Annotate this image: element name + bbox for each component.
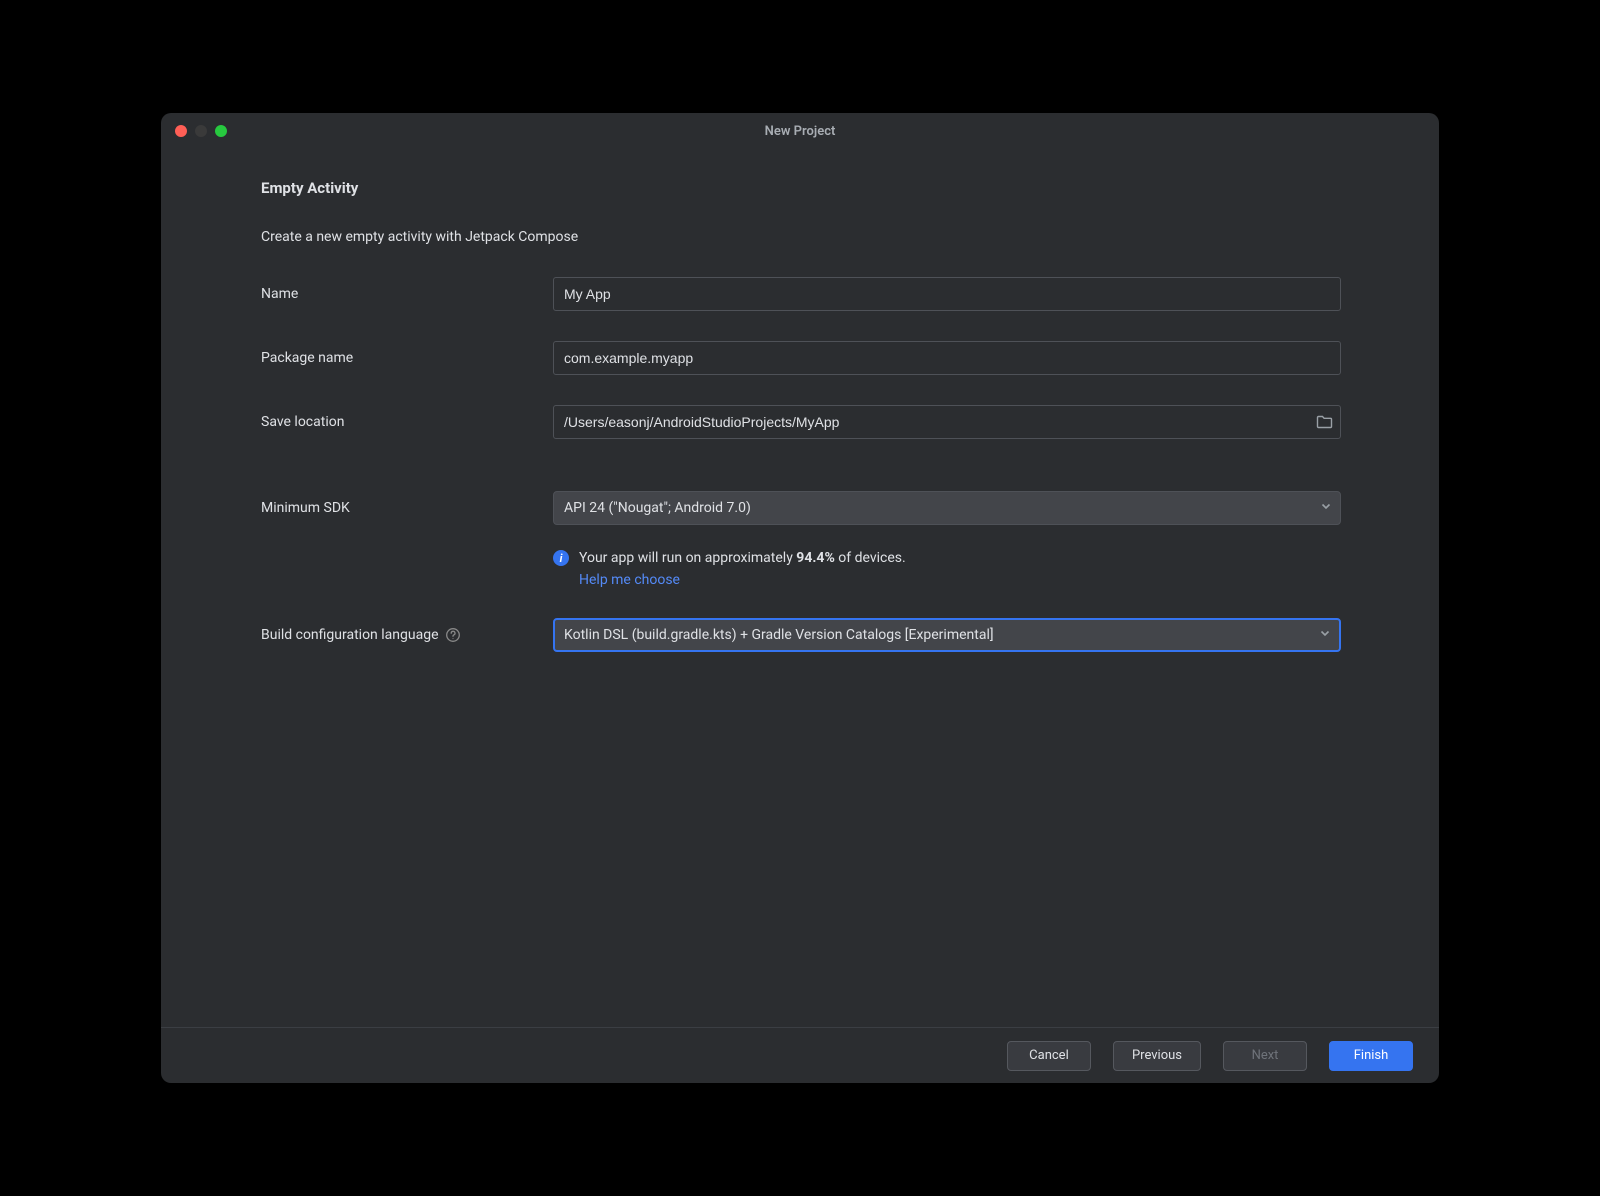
window-controls bbox=[175, 125, 227, 137]
dialog-footer: Cancel Previous Next Finish bbox=[161, 1027, 1439, 1083]
min-sdk-select[interactable]: API 24 ("Nougat"; Android 7.0) bbox=[553, 491, 1341, 525]
row-package-name: Package name bbox=[261, 341, 1341, 375]
window-title: New Project bbox=[765, 124, 836, 139]
dialog-content: Empty Activity Create a new empty activi… bbox=[161, 149, 1439, 1027]
sdk-hint-prefix: Your app will run on approximately bbox=[579, 550, 796, 566]
row-save-location: Save location bbox=[261, 405, 1341, 439]
build-lang-value: Kotlin DSL (build.gradle.kts) + Gradle V… bbox=[564, 627, 994, 643]
row-build-lang: Build configuration language Kotlin DSL … bbox=[261, 618, 1341, 652]
new-project-dialog: New Project Empty Activity Create a new … bbox=[161, 113, 1439, 1083]
label-name: Name bbox=[261, 286, 553, 302]
next-button: Next bbox=[1223, 1041, 1307, 1071]
help-icon[interactable] bbox=[445, 627, 461, 643]
row-min-sdk: Minimum SDK API 24 ("Nougat"; Android 7.… bbox=[261, 491, 1341, 525]
sdk-hint-suffix: of devices. bbox=[835, 550, 906, 566]
minimize-window-icon bbox=[195, 125, 207, 137]
titlebar: New Project bbox=[161, 113, 1439, 149]
row-name: Name bbox=[261, 277, 1341, 311]
label-min-sdk: Minimum SDK bbox=[261, 500, 553, 516]
sdk-hint-text: Your app will run on approximately 94.4%… bbox=[579, 547, 906, 592]
chevron-down-icon bbox=[1320, 500, 1332, 516]
info-icon: i bbox=[553, 550, 569, 566]
label-save-location: Save location bbox=[261, 414, 553, 430]
chevron-down-icon bbox=[1319, 627, 1331, 643]
build-lang-select[interactable]: Kotlin DSL (build.gradle.kts) + Gradle V… bbox=[553, 618, 1341, 652]
finish-button[interactable]: Finish bbox=[1329, 1041, 1413, 1071]
package-name-input[interactable] bbox=[553, 341, 1341, 375]
browse-folder-icon[interactable] bbox=[1316, 415, 1333, 429]
page-subtitle: Create a new empty activity with Jetpack… bbox=[261, 229, 1341, 245]
sdk-hint: i Your app will run on approximately 94.… bbox=[261, 547, 1341, 592]
close-window-icon[interactable] bbox=[175, 125, 187, 137]
min-sdk-value: API 24 ("Nougat"; Android 7.0) bbox=[564, 500, 751, 516]
page-title: Empty Activity bbox=[261, 179, 1341, 197]
cancel-button[interactable]: Cancel bbox=[1007, 1041, 1091, 1071]
label-build-lang: Build configuration language bbox=[261, 627, 553, 643]
maximize-window-icon[interactable] bbox=[215, 125, 227, 137]
name-input[interactable] bbox=[553, 277, 1341, 311]
sdk-hint-percent: 94.4% bbox=[796, 550, 835, 566]
label-package-name: Package name bbox=[261, 350, 553, 366]
help-me-choose-link[interactable]: Help me choose bbox=[579, 572, 680, 588]
previous-button[interactable]: Previous bbox=[1113, 1041, 1201, 1071]
save-location-input[interactable] bbox=[553, 405, 1341, 439]
